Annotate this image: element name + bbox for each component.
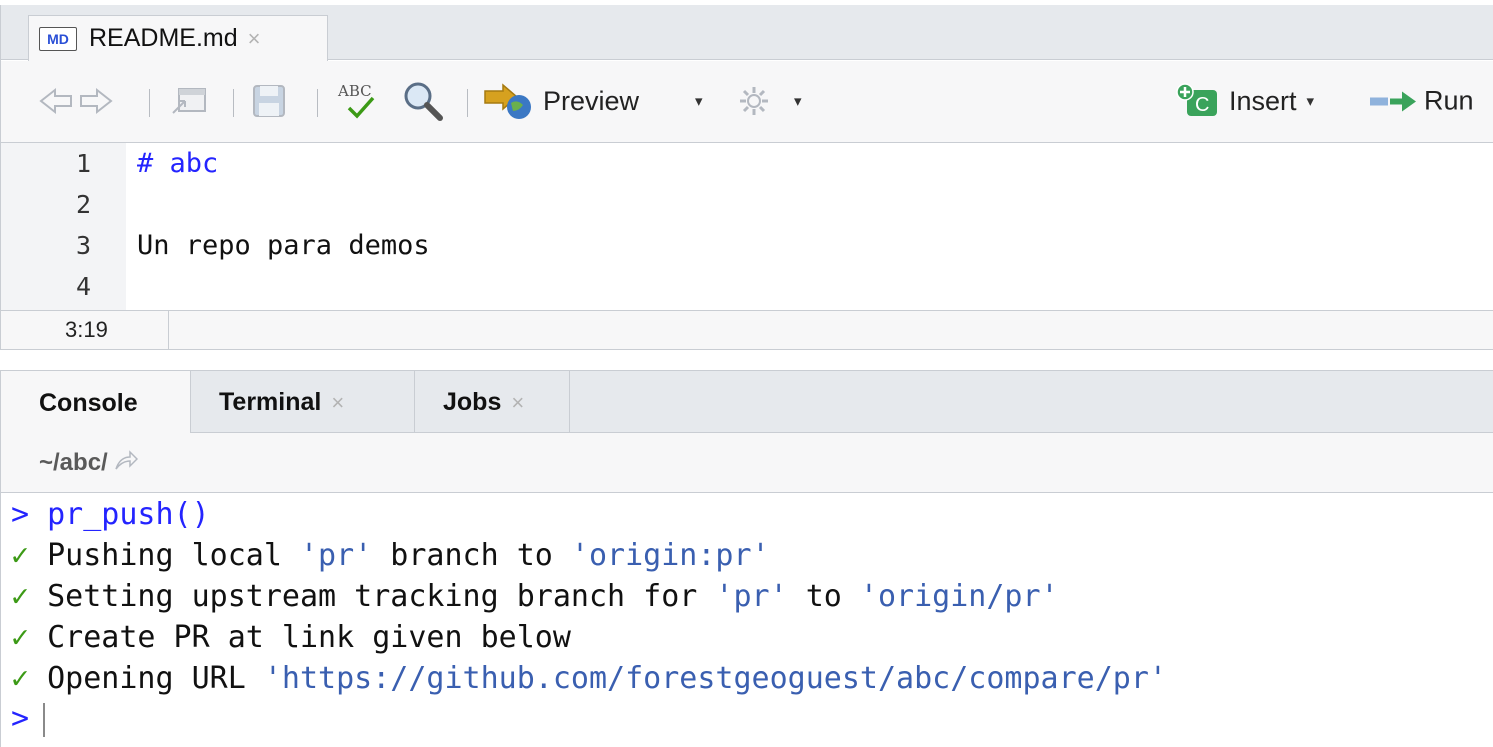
output-string: 'pr' <box>715 579 788 614</box>
output-string: 'origin/pr' <box>859 579 1059 614</box>
code-line[interactable]: Un repo para demos <box>137 230 430 261</box>
insert-dropdown-icon: ▾ <box>1306 93 1315 110</box>
output-text: Setting upstream tracking branch for <box>47 579 716 614</box>
console-pane: Console Terminal × Jobs × ~/abc/ > pr_pu… <box>0 370 1493 747</box>
close-icon[interactable]: × <box>511 390 524 416</box>
output-text: Pushing local <box>47 538 300 573</box>
editor-status-bar: 3:19 <box>1 310 1493 350</box>
editor-toolbar: ABC Preview ▾ ▾ C Insert ▾ Run <box>1 61 1493 143</box>
line-number: 4 <box>75 272 91 301</box>
search-icon[interactable] <box>401 79 445 123</box>
preview-dropdown-icon[interactable]: ▾ <box>695 92 703 110</box>
console-output-line: ✓ Pushing local 'pr' branch to 'origin:p… <box>11 538 770 573</box>
insert-chunk-icon: C <box>1176 83 1217 116</box>
spellcheck-icon[interactable]: ABC <box>335 80 385 122</box>
check-icon: ✓ <box>11 620 30 655</box>
console-output-line: ✓ Opening URL 'https://github.com/forest… <box>11 661 1167 696</box>
svg-text:ABC: ABC <box>337 82 372 100</box>
tab-console[interactable]: Console <box>1 371 191 435</box>
insert-chunk-button[interactable]: C Insert ▾ <box>1173 82 1314 120</box>
tab-jobs-label: Jobs <box>443 388 502 416</box>
run-arrow-icon <box>1370 91 1416 111</box>
close-icon[interactable]: × <box>248 26 261 52</box>
tab-jobs[interactable]: Jobs × <box>415 371 570 434</box>
preview-label: Preview <box>543 85 640 116</box>
text-cursor <box>43 702 46 737</box>
tab-readme-label: README.md <box>89 24 238 52</box>
markdown-file-icon: MD <box>39 26 77 51</box>
run-label: Run <box>1424 85 1474 116</box>
code-editor[interactable]: 1 # abc 2 3 Un repo para demos 4 <box>1 143 1493 310</box>
output-text: branch to <box>372 538 571 573</box>
line-number: 2 <box>75 190 91 219</box>
svg-text:C: C <box>1195 94 1209 116</box>
gear-icon[interactable] <box>737 84 771 118</box>
output-text: to <box>787 579 860 614</box>
working-directory-path: ~/abc/ <box>39 448 108 476</box>
console-prompt-line[interactable]: > <box>11 701 46 737</box>
save-icon[interactable] <box>251 83 287 119</box>
output-string: 'pr' <box>300 538 373 573</box>
back-icon[interactable] <box>39 87 73 115</box>
check-icon: ✓ <box>11 661 30 696</box>
toolbar-divider <box>467 89 468 117</box>
tab-console-label: Console <box>39 388 138 417</box>
insert-label: Insert <box>1229 85 1297 116</box>
working-directory-bar: ~/abc/ <box>1 433 1493 493</box>
editor-tab-bar: MD README.md × <box>1 5 1493 61</box>
console-prompt: > <box>11 701 30 736</box>
console-prompt: > <box>11 497 30 532</box>
console-command: pr_push() <box>47 497 210 532</box>
close-icon[interactable]: × <box>331 390 344 416</box>
toolbar-divider <box>149 89 150 117</box>
cursor-position: 3:19 <box>1 311 169 349</box>
toolbar-divider <box>233 89 234 117</box>
code-line[interactable]: # abc <box>137 148 218 179</box>
go-to-directory-icon[interactable] <box>114 449 138 477</box>
gear-dropdown-icon[interactable]: ▾ <box>794 92 802 110</box>
source-editor-pane: MD README.md × ABC Preview ▾ ▾ C Insert … <box>0 5 1493 350</box>
toolbar-divider <box>317 89 318 117</box>
console-output-line: ✓ Setting upstream tracking branch for '… <box>11 579 1059 614</box>
tab-readme[interactable]: MD README.md × <box>28 15 328 61</box>
line-number: 1 <box>75 149 91 178</box>
line-number: 3 <box>75 231 91 260</box>
console-tab-bar: Console Terminal × Jobs × <box>1 370 1493 435</box>
run-button[interactable]: Run <box>1368 86 1474 117</box>
tab-terminal-label: Terminal <box>219 388 322 416</box>
tab-terminal[interactable]: Terminal × <box>191 371 415 434</box>
forward-icon[interactable] <box>79 87 113 115</box>
output-text: Opening URL <box>47 661 264 696</box>
console-output[interactable]: > pr_push() ✓ Pushing local 'pr' branch … <box>1 493 1493 747</box>
preview-globe-icon <box>484 83 531 119</box>
preview-button[interactable]: Preview <box>483 81 639 121</box>
console-output-line: ✓ Create PR at link given below <box>11 620 571 655</box>
check-icon: ✓ <box>11 579 30 614</box>
output-url: 'https://github.com/forestgeoguest/abc/c… <box>263 661 1167 696</box>
output-text: Create PR at link given below <box>47 620 571 655</box>
show-in-new-window-icon[interactable] <box>169 85 209 117</box>
output-string: 'origin:pr' <box>570 538 770 573</box>
console-input-line: > pr_push() <box>11 497 210 532</box>
check-icon: ✓ <box>11 538 30 573</box>
